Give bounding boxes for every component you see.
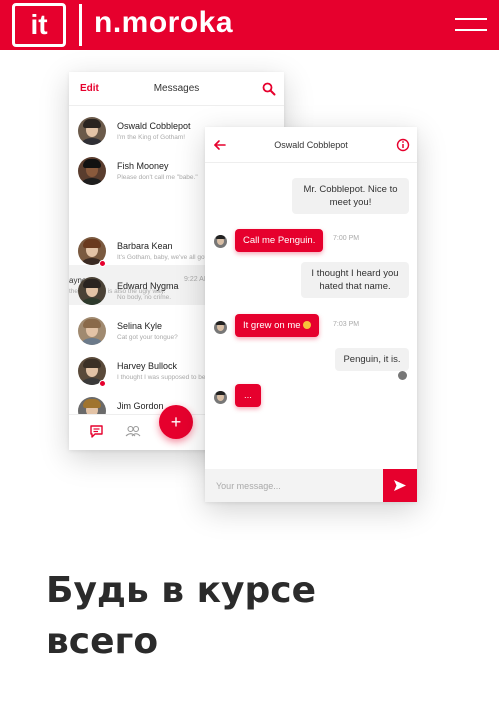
- avatar: [214, 391, 227, 404]
- send-icon: [394, 480, 406, 491]
- contact-preview: It's Gotham, baby, we've all got...: [117, 254, 212, 261]
- new-message-fab[interactable]: +: [159, 405, 193, 439]
- info-icon[interactable]: [396, 138, 410, 152]
- avatar: [214, 235, 227, 248]
- message-input[interactable]: [205, 469, 383, 502]
- brand-name[interactable]: n.moroka: [94, 6, 233, 40]
- contact-name: Jim Gordon: [117, 401, 164, 411]
- avatar: [78, 317, 106, 345]
- smile-emoji-icon: [302, 321, 311, 329]
- headline-line-2: всего: [46, 621, 159, 662]
- incoming-message: Penguin, it is.: [335, 348, 409, 371]
- logo-divider: [79, 4, 82, 46]
- burger-line: [455, 29, 487, 31]
- chat-tab-icon[interactable]: [89, 424, 104, 439]
- hamburger-icon[interactable]: [455, 16, 487, 34]
- send-button[interactable]: [383, 469, 417, 502]
- avatar: [78, 277, 106, 305]
- online-status-dot: [99, 380, 106, 387]
- incoming-message: I thought I heard you hated that name.: [301, 262, 409, 298]
- avatar: [78, 117, 106, 145]
- headline-line-1: Будь в курсе: [46, 570, 317, 611]
- messages-top-bar: Edit Messages: [69, 72, 284, 106]
- typing-indicator: ...: [235, 384, 261, 407]
- read-receipt-avatar: [398, 371, 407, 380]
- contacts-tab-icon[interactable]: [125, 424, 141, 439]
- message-composer: [205, 469, 417, 502]
- incoming-message: Mr. Cobblepot. Nice to meet you!: [292, 178, 409, 214]
- contact-name: Edward Nygma: [117, 281, 179, 291]
- contact-name: Selina Kyle: [117, 321, 163, 331]
- chat-screen: Oswald Cobblepot Mr. Cobblepot. Nice to …: [205, 127, 417, 502]
- contact-preview: I thought I was supposed to be...: [117, 374, 211, 381]
- contact-name: Fish Mooney: [117, 161, 169, 171]
- burger-line: [455, 18, 487, 20]
- message-time: 7:00 PM: [333, 235, 360, 242]
- contact-name: Harvey Bullock: [117, 361, 178, 371]
- chat-title: Oswald Cobblepot: [274, 140, 348, 150]
- search-icon[interactable]: [262, 82, 276, 96]
- messages-title: Messages: [153, 83, 200, 94]
- contact-preview: Please don't call me "babe.": [117, 174, 198, 181]
- message-text: It grew on me: [243, 320, 301, 331]
- outgoing-message: Call me Penguin.: [235, 229, 324, 252]
- avatar: [214, 321, 227, 334]
- avatar: [78, 157, 106, 185]
- contact-preview: I'm the King of Gotham!: [117, 134, 186, 141]
- message-time: 7:03 PM: [333, 321, 360, 328]
- contact-name: Oswald Cobblepot: [117, 121, 191, 131]
- online-status-dot: [99, 260, 106, 267]
- contact-preview: Cat got your tongue?: [117, 334, 178, 341]
- contact-name: Barbara Kean: [117, 241, 173, 251]
- site-header: it n.moroka: [0, 0, 499, 50]
- chat-top-bar: Oswald Cobblepot: [205, 127, 417, 163]
- outgoing-message: It grew on me: [235, 314, 319, 337]
- body-text-cutoff: [46, 703, 446, 709]
- logo-mark[interactable]: it: [12, 3, 66, 47]
- contact-preview: No body, no crime.: [117, 294, 172, 301]
- promo-headline: Будь в курсе всего: [46, 565, 466, 667]
